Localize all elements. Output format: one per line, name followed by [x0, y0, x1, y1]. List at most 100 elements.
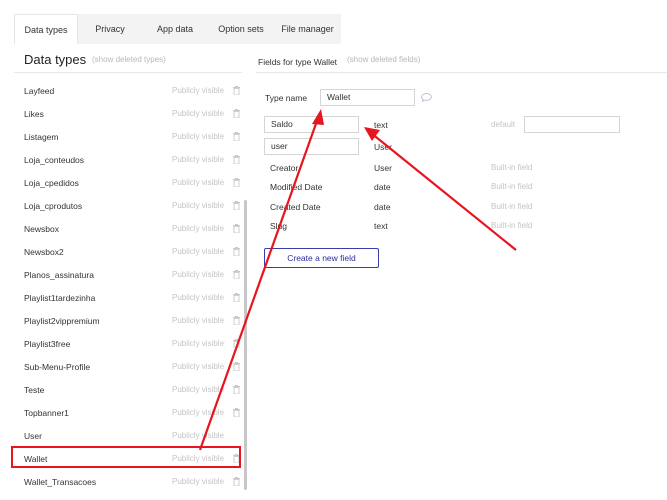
list-item[interactable]: Wallet_Transacoes Publicly visible	[14, 471, 242, 494]
trash-icon[interactable]	[233, 224, 240, 233]
trash-icon[interactable]	[233, 86, 240, 95]
list-item[interactable]: Loja_cpedidos Publicly visible	[14, 172, 242, 195]
builtin-field-name: Slug	[270, 221, 288, 231]
trash-icon[interactable]	[233, 201, 240, 210]
list-item[interactable]: Playlist1tardezinha Publicly visible	[14, 287, 242, 310]
fields-heading: Fields for type Wallet	[258, 57, 338, 67]
type-name: Newsbox	[24, 224, 59, 234]
trash-icon[interactable]	[233, 293, 240, 302]
arrow-line-right	[370, 132, 517, 251]
type-name: Listagem	[24, 132, 59, 142]
trash-icon[interactable]	[233, 339, 240, 348]
visibility-label: Publicly visible	[172, 362, 225, 371]
builtin-field-note: Built-in field	[491, 182, 533, 191]
visibility-label: Publicly visible	[172, 224, 225, 233]
type-name: Wallet_Transacoes	[24, 477, 97, 487]
visibility-label: Publicly visible	[172, 316, 225, 325]
visibility-label: Publicly visible	[172, 431, 225, 440]
trash-icon[interactable]	[233, 109, 240, 118]
list-item[interactable]: Loja_conteudos Publicly visible	[14, 149, 242, 172]
type-name: Loja_cprodutos	[24, 201, 83, 211]
trash-icon[interactable]	[233, 132, 240, 141]
type-name: Planos_assinatura	[24, 270, 94, 280]
show-deleted-fields-link[interactable]: (show deleted fields)	[347, 55, 420, 64]
builtin-field-note: Built-in field	[491, 163, 533, 172]
type-name: User	[24, 431, 42, 441]
list-item[interactable]: Topbanner1 Publicly visible	[14, 402, 242, 425]
show-deleted-types-link[interactable]: (show deleted types)	[92, 55, 166, 64]
data-types-heading: Data types	[24, 52, 87, 67]
trash-icon[interactable]	[233, 362, 240, 371]
builtin-field-note: Built-in field	[491, 221, 533, 230]
visibility-label: Publicly visible	[172, 178, 225, 187]
comment-icon[interactable]	[421, 93, 432, 102]
list-item[interactable]: Planos_assinatura Publicly visible	[14, 264, 242, 287]
visibility-label: Publicly visible	[172, 270, 225, 279]
tab-app-data[interactable]: App data	[142, 14, 208, 44]
trash-icon[interactable]	[233, 178, 240, 187]
list-item[interactable]: Layfeed Publicly visible	[14, 80, 242, 103]
type-name: Playlist2vippremium	[24, 316, 100, 326]
builtin-field-name: Creator	[270, 163, 299, 173]
visibility-label: Publicly visible	[172, 408, 225, 417]
create-new-field-button[interactable]: Create a new field	[264, 248, 379, 268]
visibility-label: Publicly visible	[172, 293, 225, 302]
trash-icon[interactable]	[233, 477, 240, 486]
list-item[interactable]: Playlist2vippremium Publicly visible	[14, 310, 242, 333]
tab-option-sets[interactable]: Option sets	[208, 14, 274, 44]
list-item[interactable]: Playlist3free Publicly visible	[14, 333, 242, 356]
builtin-field-name: Modified Date	[270, 182, 323, 192]
list-item[interactable]: Newsbox Publicly visible	[14, 218, 242, 241]
visibility-label: Publicly visible	[172, 109, 225, 118]
list-item[interactable]: Likes Publicly visible	[14, 103, 242, 126]
visibility-label: Publicly visible	[172, 247, 225, 256]
type-name: Layfeed	[24, 86, 55, 96]
field-type-user[interactable]: User	[374, 142, 392, 152]
visibility-label: Publicly visible	[172, 477, 225, 486]
trash-icon[interactable]	[233, 316, 240, 325]
tab-file-manager[interactable]: File manager	[274, 14, 341, 44]
type-name: Playlist1tardezinha	[24, 293, 96, 303]
data-type-list: Layfeed Publicly visible Likes Publicly vi…	[14, 80, 242, 494]
list-scrollbar[interactable]	[244, 200, 247, 490]
trash-icon[interactable]	[233, 155, 240, 164]
visibility-label: Publicly visible	[172, 385, 225, 394]
type-name: Teste	[24, 385, 45, 395]
builtin-field-type: date	[374, 202, 391, 212]
trash-icon[interactable]	[233, 247, 240, 256]
field-name-input-saldo[interactable]: Saldo	[264, 116, 359, 133]
divider	[256, 72, 667, 73]
visibility-label: Publicly visible	[172, 132, 225, 141]
list-item[interactable]: Sub-Menu-Profile Publicly visible	[14, 356, 242, 379]
field-name-input-user[interactable]: user	[264, 138, 359, 155]
list-item[interactable]: User Publicly visible	[14, 425, 242, 448]
builtin-field-type: date	[374, 182, 391, 192]
type-name-input[interactable]: Wallet	[320, 89, 415, 106]
default-value-input[interactable]	[524, 116, 620, 133]
list-item[interactable]: Loja_cprodutos Publicly visible	[14, 195, 242, 218]
trash-icon[interactable]	[233, 385, 240, 394]
type-name: Sub-Menu-Profile	[24, 362, 91, 372]
type-name-label: Type name	[265, 93, 308, 103]
visibility-label: Publicly visible	[172, 86, 225, 95]
trash-icon[interactable]	[233, 270, 240, 279]
list-item[interactable]: Listagem Publicly visible	[14, 126, 242, 149]
divider	[14, 72, 242, 73]
trash-icon[interactable]	[233, 408, 240, 417]
field-type-saldo[interactable]: text	[374, 120, 388, 130]
tab-privacy[interactable]: Privacy	[78, 14, 142, 44]
wallet-highlight-box	[11, 446, 241, 468]
type-name: Topbanner1	[24, 408, 69, 418]
type-name: Newsbox2	[24, 247, 64, 257]
type-name: Likes	[24, 109, 44, 119]
tab-data-types[interactable]: Data types	[14, 14, 78, 44]
tab-bar: Data types Privacy App data Option sets …	[14, 14, 341, 44]
builtin-field-type: User	[374, 163, 392, 173]
builtin-field-note: Built-in field	[491, 202, 533, 211]
builtin-field-name: Created Date	[270, 202, 321, 212]
default-label: default	[491, 120, 516, 129]
builtin-field-type: text	[374, 221, 388, 231]
list-item[interactable]: Newsbox2 Publicly visible	[14, 241, 242, 264]
visibility-label: Publicly visible	[172, 155, 225, 164]
list-item[interactable]: Teste Publicly visible	[14, 379, 242, 402]
